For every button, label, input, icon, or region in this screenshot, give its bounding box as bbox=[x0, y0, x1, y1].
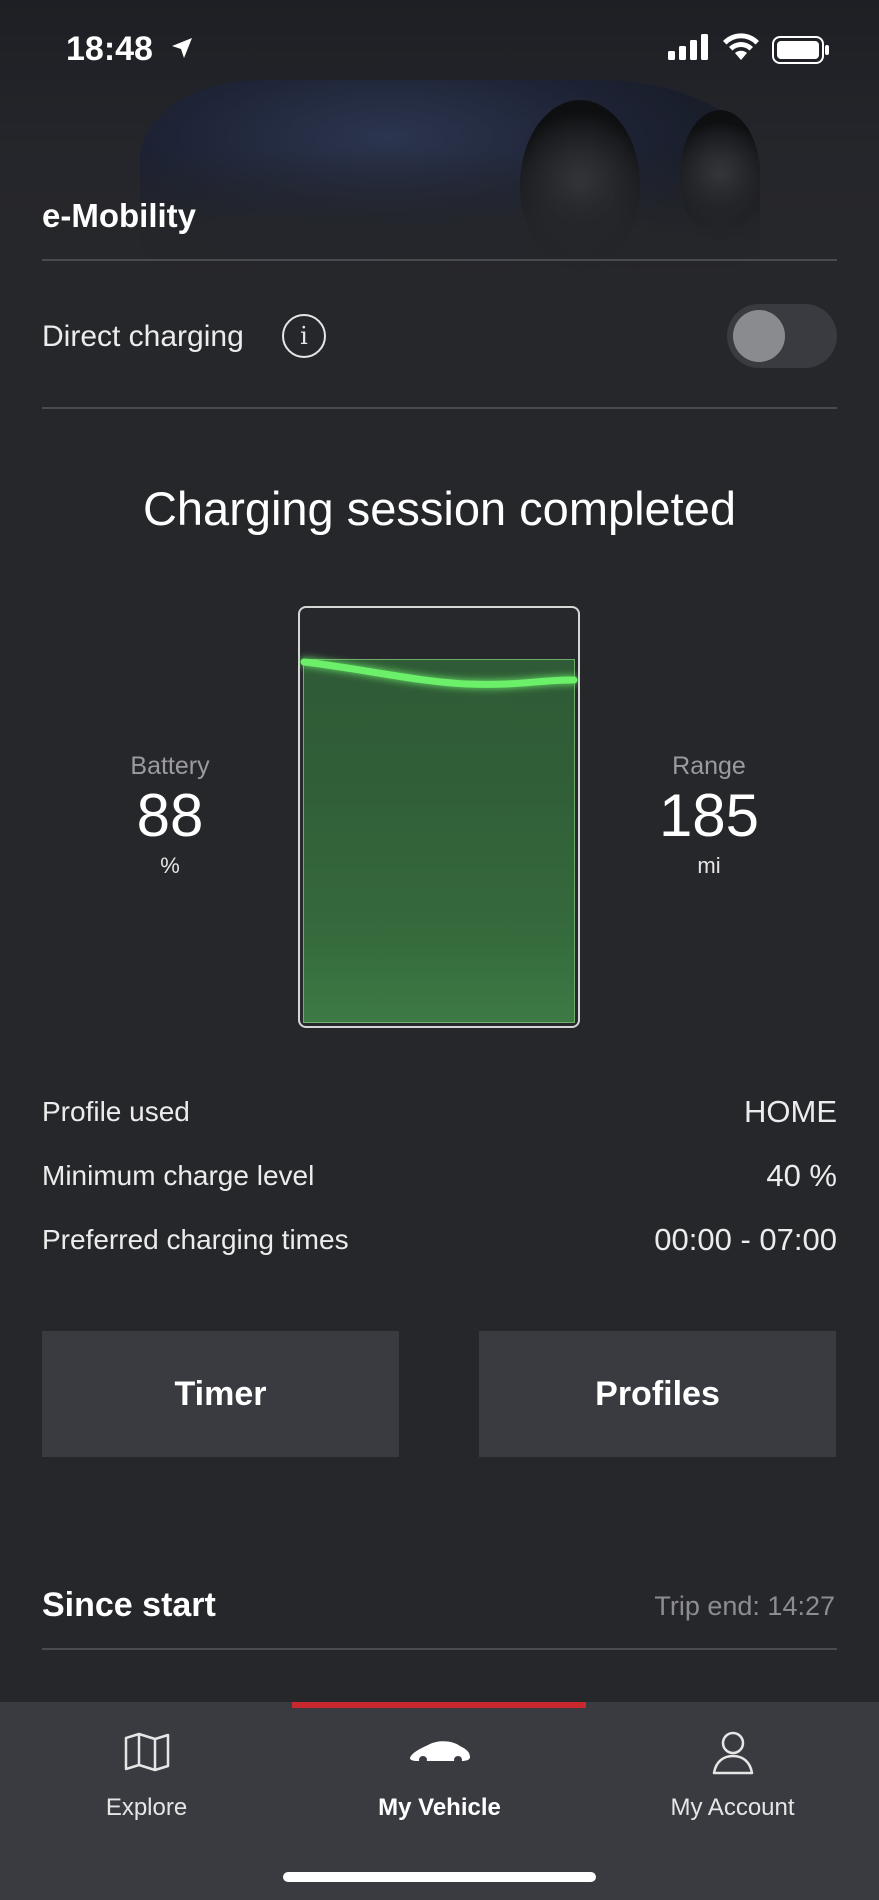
detail-value: 00:00 - 07:00 bbox=[654, 1222, 837, 1257]
direct-charging-label: Direct charging bbox=[42, 320, 244, 353]
tab-my-account[interactable]: My Account bbox=[586, 1724, 879, 1844]
battery-value: 88 bbox=[136, 782, 204, 849]
detail-row-min-charge: Minimum charge level 40 % bbox=[42, 1158, 837, 1224]
direct-charging-row: Direct charging i bbox=[42, 304, 837, 372]
charge-level-glow-line bbox=[300, 658, 578, 688]
info-icon[interactable]: i bbox=[282, 314, 326, 358]
detail-row-profile: Profile used HOME bbox=[42, 1094, 837, 1160]
divider bbox=[42, 1648, 837, 1650]
range-stat: Range 185 mi bbox=[609, 752, 809, 879]
status-time: 18:48 bbox=[66, 30, 153, 68]
profiles-button[interactable]: Profiles bbox=[479, 1331, 836, 1457]
range-value: 185 bbox=[658, 782, 760, 849]
detail-label: Minimum charge level bbox=[42, 1160, 315, 1191]
since-start-title: Since start bbox=[42, 1586, 216, 1624]
direct-charging-toggle[interactable] bbox=[727, 304, 837, 368]
detail-label: Profile used bbox=[42, 1096, 190, 1127]
battery-icon bbox=[772, 36, 830, 69]
battery-label: Battery bbox=[130, 752, 210, 780]
detail-value: 40 % bbox=[766, 1158, 837, 1193]
timer-button[interactable]: Timer bbox=[42, 1331, 399, 1457]
toggle-knob bbox=[733, 310, 785, 362]
bottom-tab-bar: Explore My Vehicle My Account bbox=[0, 1702, 879, 1900]
range-label: Range bbox=[672, 752, 746, 780]
active-tab-indicator bbox=[292, 1702, 586, 1708]
tab-label: Explore bbox=[105, 1794, 188, 1821]
map-icon bbox=[0, 1724, 293, 1780]
car-icon bbox=[293, 1724, 586, 1780]
home-indicator[interactable] bbox=[283, 1872, 596, 1882]
divider bbox=[42, 259, 837, 261]
page-title: e-Mobility bbox=[42, 197, 196, 234]
tab-my-vehicle[interactable]: My Vehicle bbox=[293, 1724, 586, 1844]
range-unit: mi bbox=[697, 853, 721, 878]
status-bar: 18:48 bbox=[0, 0, 879, 100]
location-arrow-icon bbox=[170, 36, 194, 65]
wifi-icon bbox=[722, 32, 760, 67]
person-icon bbox=[586, 1724, 879, 1780]
divider bbox=[42, 407, 837, 409]
tab-label: My Account bbox=[670, 1794, 795, 1821]
detail-value: HOME bbox=[744, 1094, 837, 1129]
battery-stat: Battery 88 % bbox=[70, 752, 270, 879]
detail-row-charging-times: Preferred charging times 00:00 - 07:00 bbox=[42, 1222, 837, 1288]
charging-details: Profile used HOME Minimum charge level 4… bbox=[42, 1094, 837, 1288]
charging-status-headline: Charging session completed bbox=[142, 482, 737, 535]
detail-label: Preferred charging times bbox=[42, 1224, 349, 1255]
signal-icon bbox=[668, 34, 710, 65]
battery-fill bbox=[303, 659, 575, 1023]
screen: 18:48 e-Mobility Direct charging i Charg… bbox=[0, 0, 879, 1900]
tab-explore[interactable]: Explore bbox=[0, 1724, 293, 1844]
trip-end-time: Trip end: 14:27 bbox=[654, 1591, 835, 1621]
battery-unit: % bbox=[160, 853, 180, 878]
tab-label: My Vehicle bbox=[378, 1794, 501, 1821]
